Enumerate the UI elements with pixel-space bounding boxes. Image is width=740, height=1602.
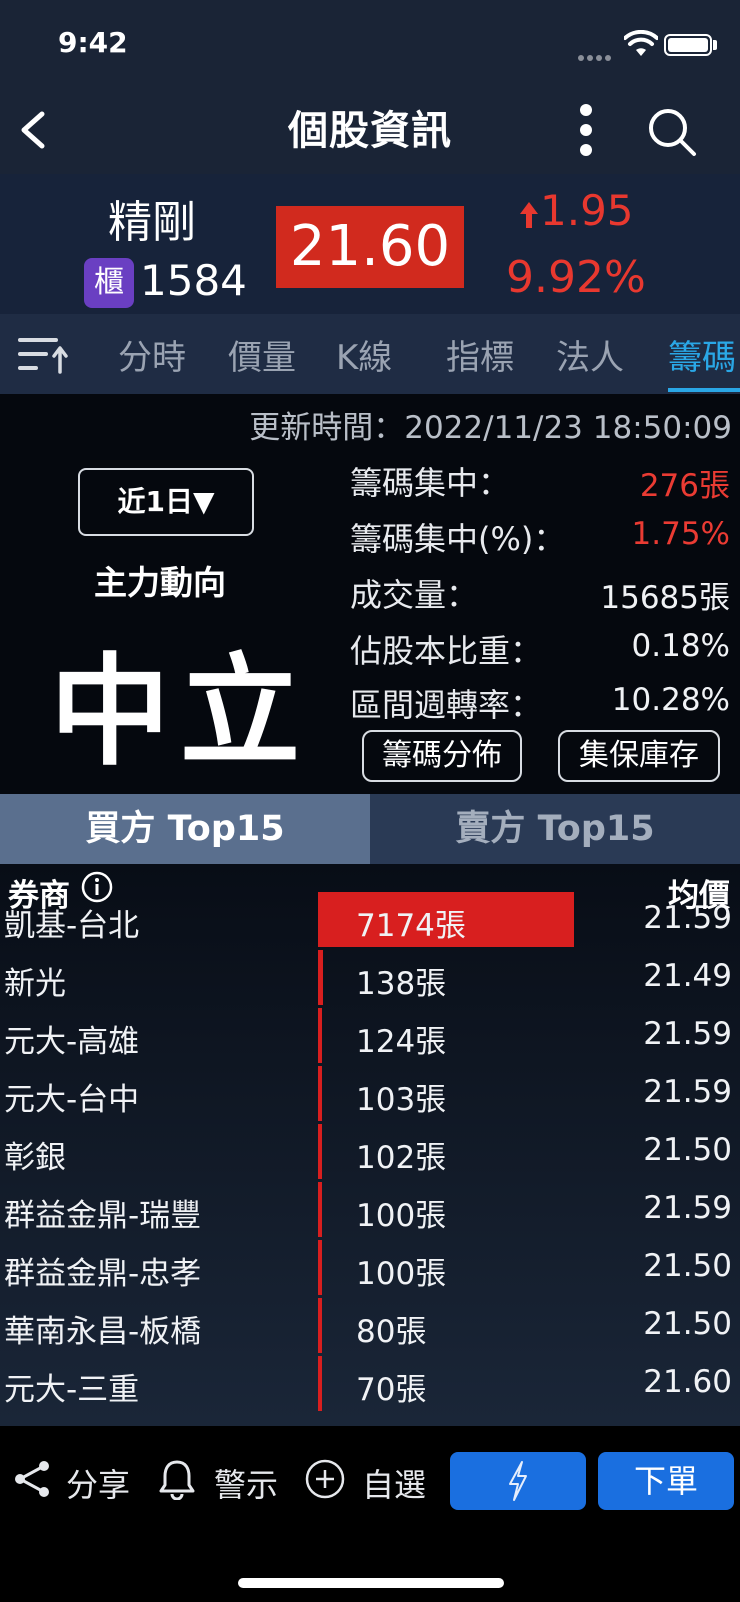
- battery-tip: [713, 40, 717, 50]
- tab-kline[interactable]: K線: [336, 330, 392, 379]
- broker-name: 元大-台中: [4, 1082, 140, 1118]
- more-vertical-icon[interactable]: [574, 102, 598, 158]
- tab-sell-top15[interactable]: 賣方 Top15: [370, 794, 740, 864]
- broker-name: 元大-高雄: [4, 1024, 140, 1060]
- avg-price: 21.49: [643, 958, 732, 994]
- stat-value-capital-ratio: 0.18%: [631, 628, 730, 664]
- table-row[interactable]: 彰銀 102張 21.50: [0, 1124, 740, 1183]
- otc-market-badge: 櫃: [84, 258, 134, 308]
- stock-name: 精剛: [108, 197, 196, 248]
- stat-value-concentration: 276張: [639, 468, 730, 504]
- battery-icon: [664, 34, 712, 56]
- period-dropdown[interactable]: 近1日▼: [78, 468, 254, 536]
- price-change: 1.95: [540, 186, 634, 235]
- net-volume: 70張: [356, 1372, 427, 1408]
- avg-price: 21.50: [643, 1306, 732, 1342]
- net-volume: 103張: [356, 1082, 447, 1118]
- lightning-icon: [509, 1461, 527, 1501]
- net-volume: 124張: [356, 1024, 447, 1060]
- net-volume: 102張: [356, 1140, 447, 1176]
- volume-bar: [318, 1240, 322, 1295]
- tab-buy-top15[interactable]: 買方 Top15: [0, 794, 370, 864]
- stat-label-capital-ratio: 佔股本比重：: [350, 632, 543, 670]
- table-row[interactable]: 群益金鼎-忠孝 100張 21.50: [0, 1240, 740, 1299]
- watchlist-label[interactable]: 自選: [362, 1460, 426, 1506]
- table-row[interactable]: 元大-三重 70張 21.60: [0, 1356, 740, 1415]
- chip-distribution-button[interactable]: 籌碼分佈: [362, 730, 522, 782]
- alert-label[interactable]: 警示: [214, 1460, 278, 1506]
- stat-value-turnover: 10.28%: [611, 682, 730, 718]
- tab-indicators[interactable]: 指標: [446, 330, 514, 379]
- volume-bar: [318, 1008, 322, 1063]
- table-row[interactable]: 新光 138張 21.49: [0, 950, 740, 1009]
- search-icon[interactable]: [646, 106, 698, 158]
- sort-menu-icon[interactable]: [16, 332, 68, 376]
- volume-bar: [318, 1124, 322, 1179]
- stat-label-concentration-pct: 籌碼集中(%)：: [350, 520, 566, 558]
- table-row[interactable]: 元大-台中 103張 21.59: [0, 1066, 740, 1125]
- share-icon[interactable]: [12, 1458, 54, 1500]
- status-time: 9:42: [58, 26, 128, 59]
- broker-name: 新光: [4, 966, 66, 1002]
- custody-inventory-button[interactable]: 集保庫存: [558, 730, 720, 782]
- table-row[interactable]: 華南永昌-板橋 80張 21.50: [0, 1298, 740, 1357]
- avg-price: 21.50: [643, 1248, 732, 1284]
- volume-bar: [318, 1356, 322, 1411]
- net-volume: 100張: [356, 1256, 447, 1292]
- avg-price: 21.59: [643, 1074, 732, 1110]
- page-title: 個股資訊: [288, 108, 452, 154]
- avg-price: 21.60: [643, 1364, 732, 1400]
- broker-name: 彰銀: [4, 1140, 66, 1176]
- stock-code: 1584: [140, 256, 247, 305]
- home-indicator: [238, 1578, 504, 1588]
- stat-label-concentration: 籌碼集中：: [350, 464, 511, 502]
- last-price: 21.60: [276, 206, 464, 288]
- net-volume: 80張: [356, 1314, 427, 1350]
- table-row[interactable]: 元大-高雄 124張 21.59: [0, 1008, 740, 1067]
- tab-price-volume[interactable]: 價量: [228, 330, 296, 379]
- volume-bar: [318, 1298, 322, 1353]
- price-change-percent: 9.92%: [506, 252, 646, 303]
- add-circle-icon[interactable]: [304, 1458, 346, 1500]
- share-label[interactable]: 分享: [66, 1460, 130, 1506]
- cellular-signal-icon: [578, 46, 614, 61]
- update-time: 更新時間：2022/11/23 18:50:09: [249, 410, 732, 446]
- col-header-broker: 券商: [8, 878, 70, 914]
- tab-intraday[interactable]: 分時: [118, 330, 186, 379]
- volume-bar: [318, 1066, 322, 1121]
- broker-table: 凱基-台北 7174張 21.59 新光 138張 21.49 元大-高雄 124張 21.59…: [0, 864, 740, 1426]
- net-volume: 138張: [356, 966, 447, 1002]
- up-arrow-icon: [520, 202, 538, 228]
- stat-label-volume: 成交量：: [350, 576, 479, 614]
- net-volume: 100張: [356, 1198, 447, 1234]
- broker-name: 元大-三重: [4, 1372, 140, 1408]
- tab-institutional[interactable]: 法人: [556, 330, 624, 379]
- avg-price: 21.59: [643, 1016, 732, 1052]
- broker-name: 群益金鼎-瑞豐: [4, 1198, 202, 1234]
- main-force-value: 中立: [50, 643, 310, 782]
- avg-price: 21.59: [643, 1190, 732, 1226]
- place-order-button[interactable]: 下單: [598, 1452, 734, 1510]
- stat-value-concentration-pct: 1.75%: [631, 516, 730, 552]
- volume-bar: [318, 950, 323, 1005]
- avg-price: 21.50: [643, 1132, 732, 1168]
- volume-bar: [318, 1182, 322, 1237]
- tab-chips[interactable]: 籌碼: [668, 330, 736, 379]
- table-row[interactable]: 群益金鼎-瑞豐 100張 21.59: [0, 1182, 740, 1241]
- broker-name: 群益金鼎-忠孝: [4, 1256, 202, 1292]
- stat-label-turnover: 區間週轉率：: [350, 686, 543, 724]
- broker-name: 華南永昌-板橋: [4, 1314, 202, 1350]
- quick-order-button[interactable]: [450, 1452, 586, 1510]
- col-header-avg-price: 均價: [668, 878, 730, 914]
- bell-icon[interactable]: [156, 1458, 198, 1500]
- main-force-label: 主力動向: [94, 563, 226, 602]
- net-volume: 7174張: [356, 908, 466, 944]
- active-tab-indicator: [668, 388, 740, 392]
- info-icon[interactable]: [80, 870, 114, 904]
- stat-value-volume: 15685張: [600, 580, 730, 616]
- wifi-icon: [624, 30, 658, 56]
